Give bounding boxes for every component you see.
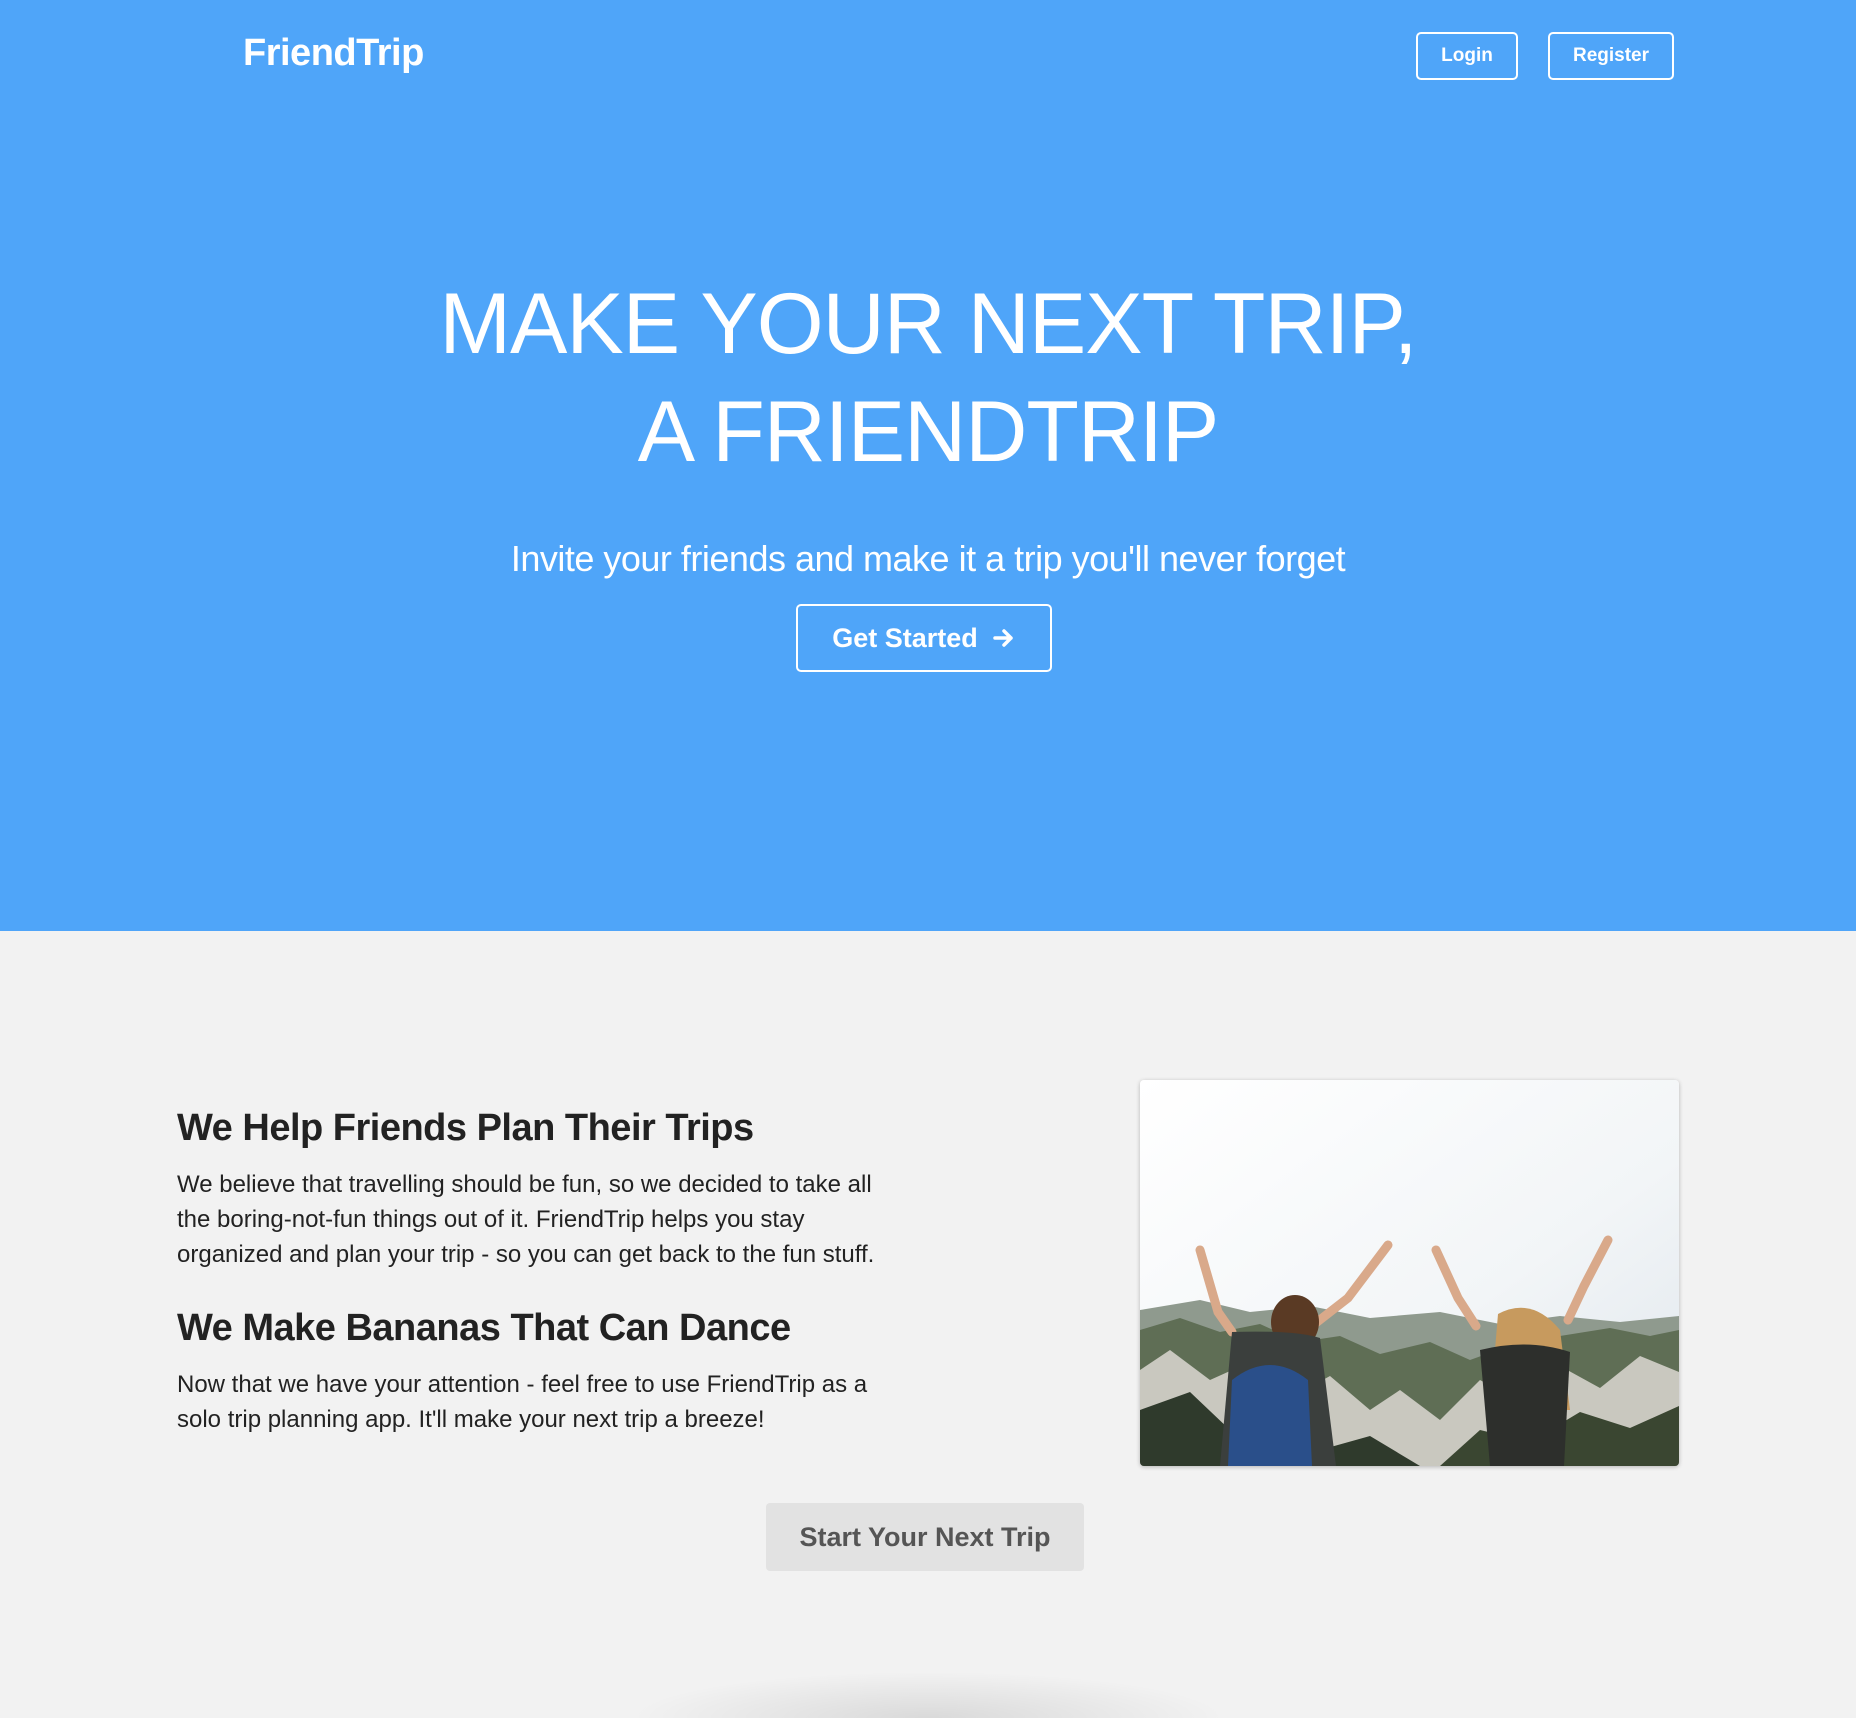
get-started-button[interactable]: Get Started bbox=[796, 604, 1052, 672]
register-button[interactable]: Register bbox=[1548, 32, 1674, 80]
arrow-right-icon bbox=[992, 626, 1016, 650]
hero-section: FriendTrip Login Register MAKE YOUR NEXT… bbox=[0, 0, 1856, 931]
start-next-trip-button[interactable]: Start Your Next Trip bbox=[766, 1503, 1084, 1571]
login-button[interactable]: Login bbox=[1416, 32, 1518, 80]
feature-heading-bananas: We Make Bananas That Can Dance bbox=[177, 1307, 791, 1349]
feature-heading-plan-trips: We Help Friends Plan Their Trips bbox=[177, 1107, 754, 1149]
get-started-label: Get Started bbox=[832, 622, 978, 653]
hero-title: MAKE YOUR NEXT TRIP, A FRIENDTRIP bbox=[439, 276, 1417, 480]
hero-subtitle: Invite your friends and make it a trip y… bbox=[510, 538, 1346, 579]
brand-logo[interactable]: FriendTrip bbox=[243, 32, 424, 75]
friends-travel-photo bbox=[1140, 1080, 1679, 1466]
features-section: We Help Friends Plan Their Trips We beli… bbox=[0, 931, 1856, 1718]
feature-text-bananas: Now that we have your attention - feel f… bbox=[177, 1371, 868, 1433]
footer-shadow bbox=[628, 1671, 1228, 1718]
feature-text-plan-trips: We believe that travelling should be fun… bbox=[177, 1171, 875, 1268]
